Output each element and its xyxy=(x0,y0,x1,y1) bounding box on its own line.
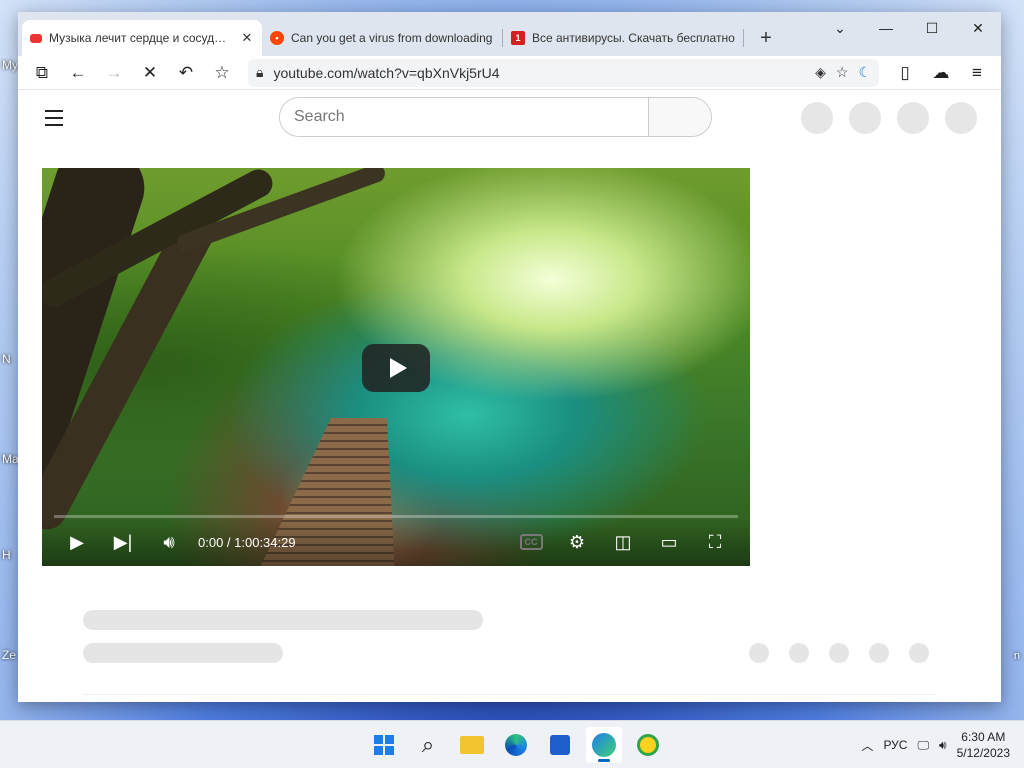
youtube-icon xyxy=(30,33,42,43)
close-icon[interactable]: ✕ xyxy=(240,30,254,46)
antivirus-site-icon: 1 xyxy=(511,31,525,45)
section-divider xyxy=(83,694,937,695)
download-cloud-icon[interactable]: ☁ xyxy=(925,59,957,87)
tab-divider xyxy=(743,29,744,47)
subtitle-skeleton xyxy=(83,643,283,663)
reading-pane-icon[interactable]: ▯ xyxy=(889,59,921,87)
search-input[interactable] xyxy=(280,98,648,136)
action-skeleton xyxy=(749,643,769,663)
action-skeleton xyxy=(869,643,889,663)
tab-reddit[interactable]: • Can you get a virus from downloading xyxy=(262,20,502,56)
stop-loading-icon[interactable]: ✕ xyxy=(134,59,166,87)
placeholder-circle xyxy=(801,102,833,134)
url-text[interactable]: youtube.com/watch?v=qbXnVkj5rU4 xyxy=(273,65,805,81)
browser-toolbar: ⧉ ← → ✕ ↶ ☆ 🔒︎ youtube.com/watch?v=qbXnV… xyxy=(18,56,1001,90)
desktop-icon-label[interactable]: H xyxy=(2,548,11,562)
search-icon[interactable]: ⌕ xyxy=(410,727,446,763)
settings-gear-icon[interactable]: ⚙ xyxy=(554,522,600,562)
desktop-icon-label[interactable]: Ze xyxy=(2,648,16,662)
language-indicator[interactable]: РУС xyxy=(883,738,907,752)
video-player[interactable]: ▶ ▶| 🔊︎ 0:00 / 1:00:34:29 CC ⚙ ◫ ▭ ⛶ xyxy=(42,168,750,566)
action-skeleton xyxy=(909,643,929,663)
fullscreen-icon[interactable]: ⛶ xyxy=(692,522,738,562)
miniplayer-icon[interactable]: ◫ xyxy=(600,522,646,562)
back-arrow-icon[interactable]: ← xyxy=(62,59,94,87)
placeholder-circle xyxy=(849,102,881,134)
hamburger-menu-icon[interactable] xyxy=(36,100,72,136)
address-bar[interactable]: 🔒︎ youtube.com/watch?v=qbXnVkj5rU4 ◈ ☆ ☾ xyxy=(248,58,879,87)
theater-mode-icon[interactable]: ▭ xyxy=(646,522,692,562)
dark-mode-moon-icon[interactable]: ☾ xyxy=(858,64,871,81)
tab-strip: Музыка лечит сердце и сосуды🌿 ✕ • Can yo… xyxy=(18,12,1001,56)
chevron-up-icon[interactable]: ︿ xyxy=(861,737,873,754)
edge-browser-icon[interactable] xyxy=(498,727,534,763)
clock-time: 6:30 AM xyxy=(961,730,1006,744)
clock[interactable]: 6:30 AM 5/12/2023 xyxy=(957,729,1010,761)
microsoft-store-icon[interactable] xyxy=(542,727,578,763)
header-placeholder-icons xyxy=(801,102,977,134)
next-track-icon[interactable]: ▶| xyxy=(100,522,146,562)
tab-title: Все антивирусы. Скачать бесплатно xyxy=(532,31,735,45)
tab-title: Музыка лечит сердце и сосуды🌿 xyxy=(49,31,233,45)
search-box xyxy=(279,97,712,137)
tab-antivirus[interactable]: 1 Все антивирусы. Скачать бесплатно xyxy=(503,20,743,56)
youtube-page: ▶ ▶| 🔊︎ 0:00 / 1:00:34:29 CC ⚙ ◫ ▭ ⛶ xyxy=(18,90,1001,702)
tab-youtube[interactable]: Музыка лечит сердце и сосуды🌿 ✕ xyxy=(22,20,262,56)
windows-icon xyxy=(374,735,394,755)
file-explorer-icon[interactable] xyxy=(454,727,490,763)
tab-list-chevron-icon[interactable]: ⌄ xyxy=(817,12,863,44)
taskbar-apps: ⌕ xyxy=(366,727,666,763)
action-skeleton xyxy=(789,643,809,663)
speaker-icon[interactable]: 🔊︎ xyxy=(939,738,947,753)
search-button[interactable] xyxy=(648,98,711,136)
desktop-icon-label-right[interactable]: n xyxy=(1014,650,1020,662)
play-icon[interactable]: ▶ xyxy=(54,522,100,562)
desktop-icon-label[interactable]: N xyxy=(2,352,11,366)
antivirus-app-icon[interactable] xyxy=(630,727,666,763)
sidebar-toggle-icon[interactable]: ⧉ xyxy=(26,59,58,87)
new-tab-button[interactable]: + xyxy=(748,20,784,56)
captions-button[interactable]: CC xyxy=(508,522,554,562)
action-skeleton xyxy=(829,643,849,663)
placeholder-circle xyxy=(897,102,929,134)
volume-icon[interactable]: 🔊︎ xyxy=(146,522,192,562)
youtube-header xyxy=(18,90,1001,146)
bookmarks-star-icon[interactable]: ☆ xyxy=(206,59,238,87)
reddit-icon: • xyxy=(270,31,284,45)
title-skeleton xyxy=(83,610,483,630)
start-button[interactable] xyxy=(366,727,402,763)
maximize-button[interactable]: ☐ xyxy=(909,12,955,44)
bookmark-star-icon[interactable]: ☆ xyxy=(836,64,849,81)
network-icon[interactable]: 🖵︎ xyxy=(917,738,929,753)
tab-title: Can you get a virus from downloading xyxy=(291,31,493,45)
big-play-button[interactable] xyxy=(362,344,430,392)
window-controls: ⌄ — ☐ ✕ xyxy=(817,12,1001,44)
desktop-icon-label[interactable]: Ma xyxy=(2,452,19,466)
pale-moon-browser-icon[interactable] xyxy=(586,727,622,763)
undo-close-icon[interactable]: ↶ xyxy=(170,59,202,87)
taskbar: ⌕ ︿ РУС 🖵︎ 🔊︎ 6:30 AM 5/12/2023 xyxy=(0,720,1024,768)
desktop-icon-label[interactable]: My xyxy=(2,58,18,72)
cc-icon: CC xyxy=(519,534,543,550)
lock-icon[interactable]: 🔒︎ xyxy=(256,64,263,81)
layers-icon[interactable]: ◈ xyxy=(815,64,826,81)
menu-icon[interactable]: ≡ xyxy=(961,59,993,87)
browser-window: Музыка лечит сердце и сосуды🌿 ✕ • Can yo… xyxy=(18,12,1001,702)
time-display: 0:00 / 1:00:34:29 xyxy=(198,534,296,550)
player-controls: ▶ ▶| 🔊︎ 0:00 / 1:00:34:29 CC ⚙ ◫ ▭ ⛶ xyxy=(42,518,750,566)
placeholder-circle xyxy=(945,102,977,134)
forward-arrow-icon[interactable]: → xyxy=(98,59,130,87)
clock-date: 5/12/2023 xyxy=(956,746,1010,760)
minimize-button[interactable]: — xyxy=(863,12,909,44)
system-tray: ︿ РУС 🖵︎ 🔊︎ 6:30 AM 5/12/2023 xyxy=(861,721,1024,768)
close-window-button[interactable]: ✕ xyxy=(955,12,1001,44)
